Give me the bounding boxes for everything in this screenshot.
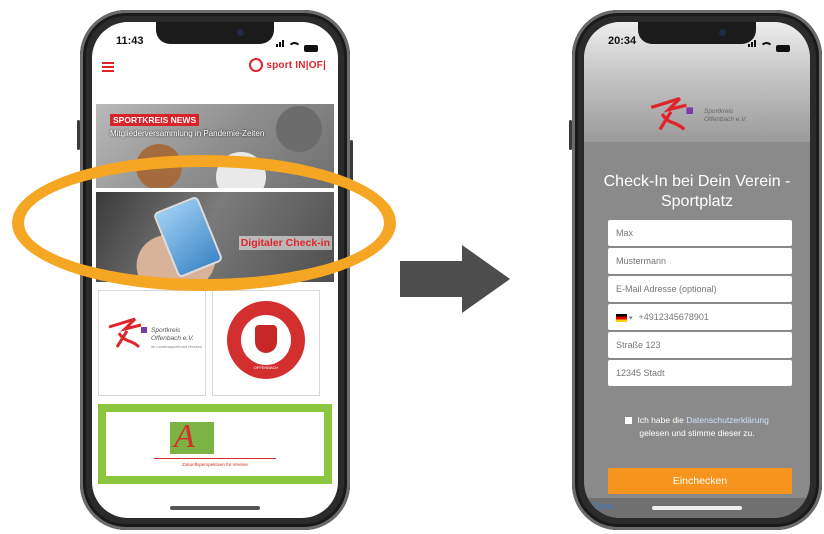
aktiv-card: A Zukunftsperspektiven für Vereine — [106, 412, 324, 476]
signal-icon — [276, 34, 285, 52]
city-field[interactable]: 12345 Stadt — [608, 360, 792, 386]
sportkreis-tile[interactable]: Sportkreis Offenbach e.V. im Landessportb… — [98, 290, 206, 396]
checkin-button[interactable]: Einchecken — [608, 468, 792, 494]
consent-prefix: Ich habe die — [637, 415, 684, 425]
fussballverband-ring-text: OFFENBACH — [253, 365, 279, 370]
battery-icon — [776, 45, 790, 52]
phone-value: +4912345678901 — [638, 312, 709, 322]
chevron-down-icon[interactable]: ▾ — [629, 315, 633, 322]
right-screen: 20:34 Sportkreis Offenbach e.V. Check-In… — [584, 22, 810, 518]
crest-icon — [255, 325, 277, 353]
status-icons — [276, 34, 318, 52]
phone-field[interactable]: ▾ +4912345678901 — [608, 304, 792, 330]
battery-icon — [304, 45, 318, 52]
email-field[interactable]: E-Mail Adresse (optional) — [608, 276, 792, 302]
aktiv-tagline: Zukunftsperspektiven für Vereine — [182, 462, 248, 467]
home-indicator — [170, 506, 260, 510]
status-time: 11:43 — [116, 35, 144, 47]
arrow-right-icon — [462, 245, 510, 313]
consent-suffix: gelesen und stimme dieser zu. — [639, 428, 755, 438]
home-indicator — [652, 506, 742, 510]
hamburger-menu-icon[interactable] — [102, 62, 114, 74]
logo-text: Sportkreis Offenbach e.V. — [704, 108, 747, 123]
volume-button — [77, 120, 80, 150]
sportkreis-logo-icon — [650, 97, 693, 131]
ball-image — [276, 106, 322, 152]
sportkreis-name: Sportkreis Offenbach e.V. im Landessportb… — [151, 327, 202, 351]
aktiv-banner[interactable]: A Zukunftsperspektiven für Vereine — [98, 404, 332, 484]
notch — [638, 22, 756, 44]
german-flag-icon[interactable] — [616, 313, 627, 322]
sportkreis-logo-icon — [108, 317, 147, 349]
wifi-icon — [288, 42, 301, 52]
divider — [154, 458, 276, 459]
brand-logo: sport IN|OF| — [249, 58, 326, 72]
camera-icon — [719, 29, 726, 36]
done-button[interactable]: Done — [594, 502, 613, 511]
sportkreis-sub: im Landessportbund Hessen — [151, 344, 202, 349]
arrow-body — [400, 261, 464, 297]
wifi-icon — [760, 42, 773, 52]
notch — [156, 22, 274, 44]
news-headline: Mitgliederversammlung in Pandemie-Zeiten — [110, 129, 265, 138]
aktiv-logo-letter: A — [174, 418, 195, 455]
first-name-field[interactable]: Max — [608, 220, 792, 246]
ball-icon — [249, 58, 264, 72]
privacy-link[interactable]: Datenschutzerklärung — [686, 415, 769, 425]
consent-checkbox[interactable] — [625, 417, 633, 425]
logo-inner — [241, 315, 291, 365]
right-phone: 20:34 Sportkreis Offenbach e.V. Check-In… — [569, 10, 822, 530]
news-tag: SPORTKREIS NEWS — [110, 114, 200, 126]
last-name-field[interactable]: Mustermann — [608, 248, 792, 274]
volume-button — [569, 120, 572, 150]
sportkreis-name-text: Sportkreis Offenbach e.V. — [151, 327, 194, 342]
consent-text: Ich habe die Datenschutzerklärung gelese… — [600, 414, 794, 440]
brand-name: sport IN|OF| — [266, 59, 326, 71]
fussballverband-logo: OFFENBACH — [227, 301, 305, 379]
status-time: 20:34 — [608, 35, 637, 47]
camera-icon — [237, 29, 244, 36]
street-field[interactable]: Straße 123 — [608, 332, 792, 358]
page-title: Check-In bei Dein Verein - Sportplatz — [603, 173, 791, 210]
highlight-ellipse — [12, 155, 396, 291]
aktiv-logo-icon: A — [170, 418, 214, 455]
fussballverband-tile[interactable]: OFFENBACH — [212, 290, 320, 396]
